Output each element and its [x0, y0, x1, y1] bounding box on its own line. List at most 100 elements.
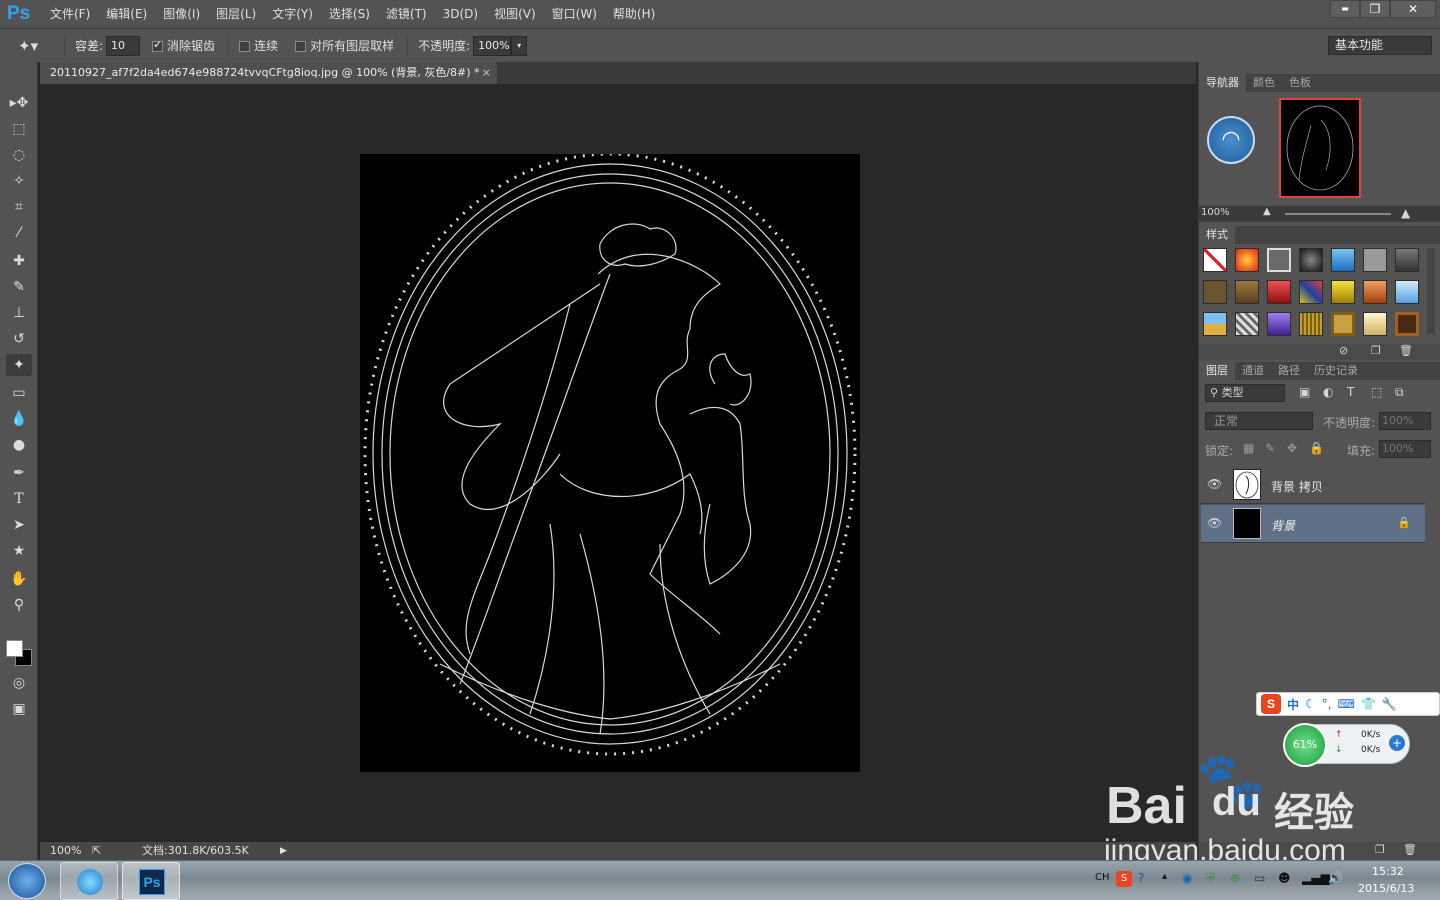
- styles-scrollbar[interactable]: [1427, 248, 1435, 334]
- ime-skin-icon[interactable]: 👕: [1361, 697, 1376, 711]
- tab-swatches[interactable]: 色板: [1282, 74, 1318, 92]
- taskbar-browser-button[interactable]: [60, 862, 118, 900]
- style-copper[interactable]: [1363, 280, 1387, 304]
- ime-language-label[interactable]: 中: [1287, 696, 1299, 713]
- opacity-dropdown-icon[interactable]: ▾: [511, 35, 528, 56]
- history-brush-tool-icon[interactable]: ↺: [6, 328, 32, 350]
- type-tool-icon[interactable]: T: [6, 488, 32, 510]
- layer-row-background-copy[interactable]: 👁 背景 拷贝: [1201, 466, 1425, 504]
- tab-color[interactable]: 颜色: [1246, 74, 1282, 92]
- antialias-checkbox[interactable]: [152, 38, 164, 52]
- menu-filter[interactable]: 滤镜(T): [378, 0, 435, 28]
- tray-qq-icon[interactable]: ☻: [1278, 871, 1291, 885]
- layer-filter-select[interactable]: ⚲ 类型: [1205, 384, 1285, 402]
- layer-visibility-eye-icon[interactable]: 👁: [1207, 477, 1222, 491]
- canvas-area[interactable]: [40, 84, 1196, 842]
- style-none[interactable]: [1203, 248, 1227, 272]
- style-bronze[interactable]: [1235, 280, 1259, 304]
- zoom-tool-icon[interactable]: ⚲: [6, 594, 32, 616]
- tray-signal-icon[interactable]: ▂▄▆: [1302, 871, 1330, 885]
- menu-edit[interactable]: 编辑(E): [98, 0, 155, 28]
- menu-view[interactable]: 视图(V): [486, 0, 544, 28]
- zoom-in-icon[interactable]: ▲: [1401, 206, 1410, 220]
- tray-network-icon[interactable]: ◉: [1182, 871, 1192, 885]
- dodge-tool-icon[interactable]: ●: [6, 434, 32, 456]
- tray-plus-icon[interactable]: ⊕: [1230, 871, 1240, 885]
- lock-transparent-icon[interactable]: ▦: [1243, 441, 1254, 455]
- delete-style-icon[interactable]: 🗑: [1399, 344, 1413, 357]
- layer-name[interactable]: 背景: [1271, 517, 1295, 534]
- style-purple[interactable]: [1267, 312, 1291, 336]
- navigator-zoom-value[interactable]: 100%: [1201, 207, 1230, 218]
- style-light-blue[interactable]: [1395, 280, 1419, 304]
- magic-eraser-preset-icon[interactable]: ✦▾: [18, 37, 54, 55]
- filter-adjustment-icon[interactable]: ◐: [1323, 385, 1333, 399]
- menu-select[interactable]: 选择(S): [321, 0, 378, 28]
- style-dark-gray[interactable]: [1395, 248, 1419, 272]
- close-document-icon[interactable]: ×: [482, 62, 491, 84]
- tab-channels[interactable]: 通道: [1235, 362, 1271, 380]
- add-plus-icon[interactable]: +: [1389, 735, 1405, 751]
- ime-settings-icon[interactable]: 🔧: [1382, 697, 1397, 711]
- tab-layers[interactable]: 图层: [1199, 362, 1235, 380]
- style-red-gem[interactable]: [1267, 280, 1291, 304]
- new-layer-icon[interactable]: ❐: [1375, 843, 1385, 856]
- navigator-zoom-slider[interactable]: [1285, 213, 1391, 215]
- quick-mask-icon[interactable]: ◎: [6, 672, 32, 694]
- tab-paths[interactable]: 路径: [1271, 362, 1307, 380]
- tab-styles[interactable]: 样式: [1199, 226, 1235, 244]
- new-style-icon[interactable]: ❐: [1371, 344, 1381, 357]
- style-cream[interactable]: [1363, 312, 1387, 336]
- eraser-tool-icon[interactable]: ✦: [6, 354, 32, 376]
- blend-mode-select[interactable]: 正常: [1205, 412, 1313, 430]
- delete-layer-icon[interactable]: 🗑: [1403, 843, 1417, 856]
- style-multicolor[interactable]: [1299, 280, 1323, 304]
- menu-type[interactable]: 文字(Y): [264, 0, 321, 28]
- zoom-level[interactable]: 100%: [50, 842, 81, 860]
- style-blue[interactable]: [1331, 248, 1355, 272]
- tray-volume-icon[interactable]: 🔊: [1328, 871, 1343, 885]
- tab-history[interactable]: 历史记录: [1307, 362, 1365, 380]
- brush-tool-icon[interactable]: ✎: [6, 276, 32, 298]
- crop-tool-icon[interactable]: ⌗: [6, 196, 32, 218]
- tray-sogou-icon[interactable]: S: [1116, 871, 1132, 887]
- lock-all-icon[interactable]: 🔒: [1309, 441, 1324, 455]
- ime-punctuation-icon[interactable]: °,: [1322, 697, 1332, 711]
- style-brown[interactable]: [1203, 280, 1227, 304]
- screen-mode-icon[interactable]: ▣: [6, 698, 32, 720]
- healing-brush-tool-icon[interactable]: ✚: [6, 250, 32, 272]
- export-icon[interactable]: ⇱: [92, 842, 101, 860]
- ime-moon-icon[interactable]: ☾: [1305, 697, 1316, 711]
- magic-wand-tool-icon[interactable]: ✧: [6, 170, 32, 192]
- ime-keyboard-icon[interactable]: ⌨: [1338, 697, 1355, 711]
- custom-shape-tool-icon[interactable]: ★: [6, 540, 32, 562]
- status-menu-arrow-icon[interactable]: ▶: [280, 842, 287, 860]
- zoom-out-icon[interactable]: ▲: [1263, 206, 1271, 217]
- style-red-glow[interactable]: [1235, 248, 1259, 272]
- tray-language-indicator[interactable]: CH: [1095, 872, 1110, 883]
- menu-help[interactable]: 帮助(H): [605, 0, 663, 28]
- workspace-select[interactable]: 基本功能: [1328, 36, 1432, 55]
- menu-3d[interactable]: 3D(D): [435, 0, 486, 28]
- style-sky[interactable]: [1203, 312, 1227, 336]
- style-gold-texture[interactable]: [1299, 312, 1323, 336]
- clone-stamp-tool-icon[interactable]: ⊥: [6, 302, 32, 324]
- pen-tool-icon[interactable]: ✒: [6, 462, 32, 484]
- document-tab[interactable]: 20110927_af7f2da4ed674e988724tvvqCFtg8io…: [40, 62, 498, 84]
- style-frame[interactable]: [1267, 248, 1291, 272]
- navigator-thumbnail[interactable]: [1279, 98, 1361, 198]
- filter-pixel-icon[interactable]: ▣: [1299, 385, 1310, 399]
- contiguous-checkbox[interactable]: [239, 41, 251, 52]
- taskbar-photoshop-button[interactable]: Ps: [122, 862, 180, 900]
- style-wood-frame[interactable]: [1395, 312, 1419, 336]
- close-button[interactable]: ✕: [1390, 0, 1436, 18]
- tray-security-icon[interactable]: ⛨: [1206, 871, 1215, 886]
- marquee-tool-icon[interactable]: ⬚: [6, 118, 32, 140]
- blur-tool-icon[interactable]: 💧: [6, 408, 32, 430]
- menu-window[interactable]: 窗口(W): [544, 0, 605, 28]
- menu-layer[interactable]: 图层(L): [208, 0, 264, 28]
- clear-style-icon[interactable]: ⊘: [1339, 344, 1348, 357]
- filter-smart-object-icon[interactable]: ⧉: [1395, 385, 1404, 400]
- fill-input[interactable]: 100%: [1379, 440, 1431, 458]
- clock-date[interactable]: 2015/6/13: [1358, 882, 1414, 895]
